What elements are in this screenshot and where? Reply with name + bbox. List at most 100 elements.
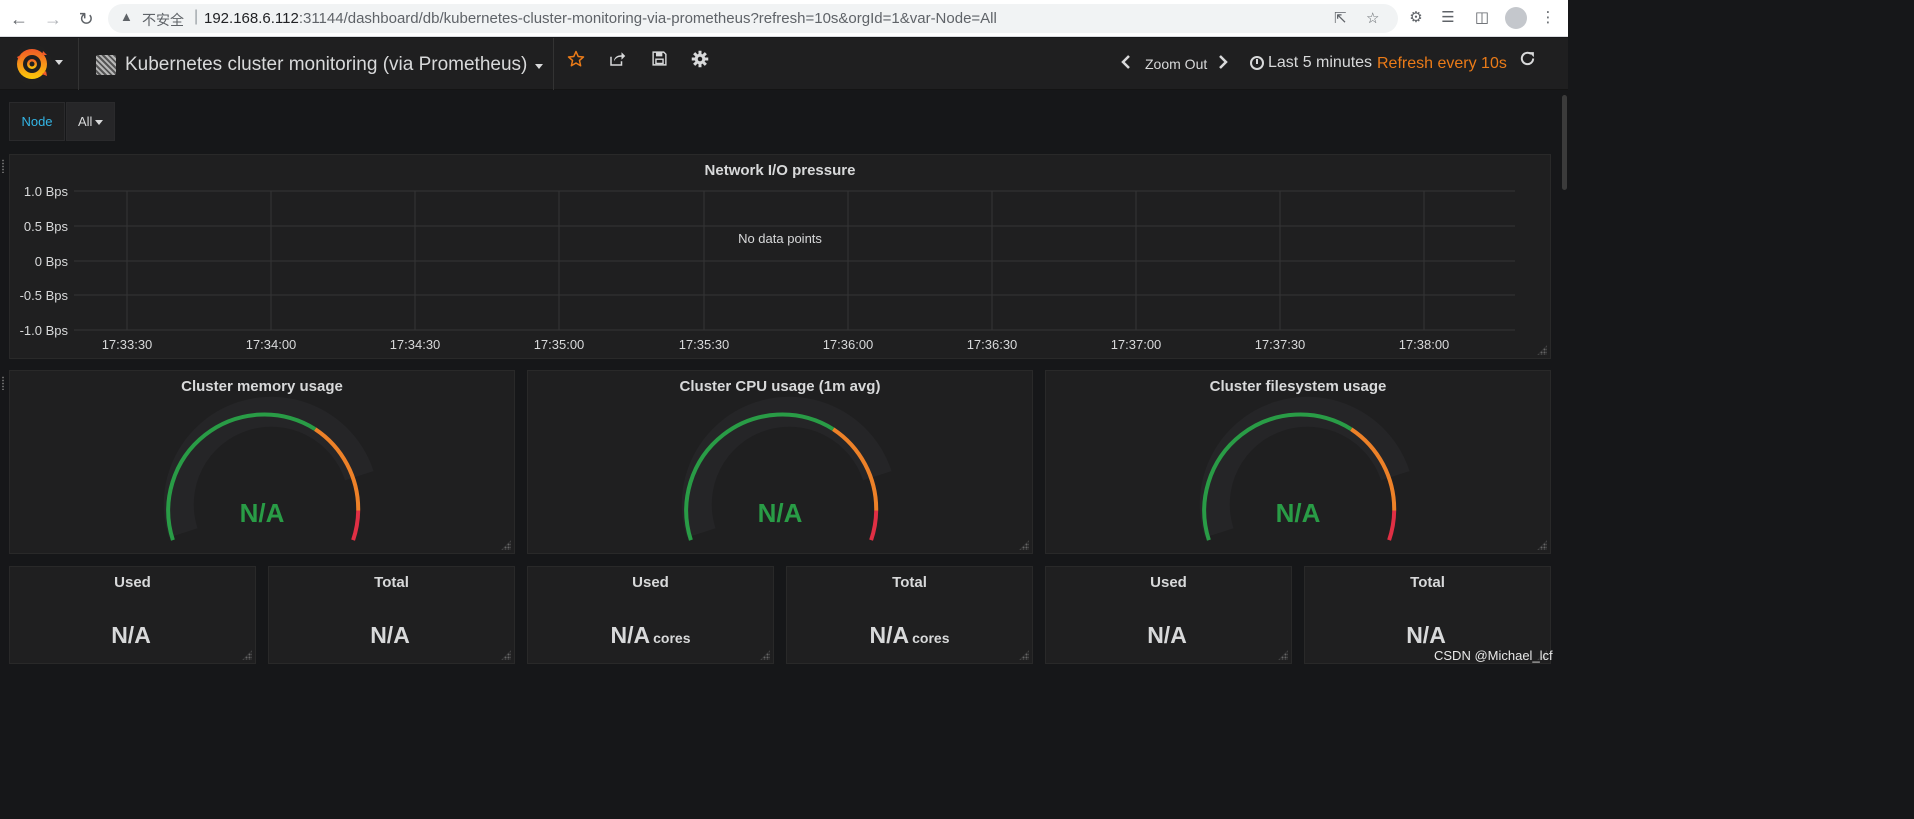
memory-used-panel: Used N/A: [9, 566, 256, 664]
url-path: :31144/dashboard/db/kubernetes-cluster-m…: [298, 10, 997, 27]
no-data-message: No data points: [738, 231, 822, 246]
panel-title[interactable]: Total: [1305, 574, 1550, 591]
y-tick-label: 1.0 Bps: [24, 184, 69, 199]
clock-icon: [1250, 56, 1264, 70]
stat-value: N/A cores: [787, 622, 1032, 649]
gauge-value: N/A: [239, 498, 285, 528]
filesystem-gauge-panel: Cluster filesystem usage N/A: [1045, 370, 1551, 554]
stat-value: N/A: [1305, 622, 1550, 649]
x-tick-label: 17:34:00: [246, 337, 297, 352]
stat-number: N/A: [370, 622, 410, 648]
insecure-label: 不安全: [142, 12, 184, 28]
panel-resize-handle-icon[interactable]: [1019, 650, 1029, 660]
stat-number: N/A: [1406, 622, 1446, 648]
time-back-chevron-icon[interactable]: [1121, 54, 1131, 70]
stat-value: N/A: [1046, 622, 1291, 649]
back-icon[interactable]: ←: [7, 7, 31, 31]
reload-icon[interactable]: ↻: [74, 7, 98, 31]
x-tick-label: 17:38:00: [1399, 337, 1450, 352]
y-tick-label: -0.5 Bps: [20, 288, 69, 303]
save-dashboard-icon[interactable]: [646, 50, 672, 76]
time-range-picker[interactable]: Last 5 minutes: [1250, 54, 1372, 72]
panel-title[interactable]: Total: [787, 574, 1032, 591]
extensions-icon[interactable]: ⚙: [1406, 8, 1426, 28]
browser-menu-icon[interactable]: ⋮: [1538, 8, 1558, 28]
share-icon[interactable]: ⇱: [1334, 9, 1347, 27]
filesystem-used-panel: Used N/A: [1045, 566, 1292, 664]
stat-number: N/A: [1147, 622, 1187, 648]
settings-gear-icon[interactable]: [687, 50, 713, 76]
x-tick-label: 17:35:00: [534, 337, 585, 352]
stat-number: N/A: [610, 622, 651, 648]
forward-icon[interactable]: →: [41, 7, 65, 31]
stat-value: N/A cores: [528, 622, 773, 649]
bookmark-star-icon[interactable]: ☆: [1366, 9, 1379, 27]
gauge-value: N/A: [757, 498, 803, 528]
x-tick-label: 17:37:00: [1111, 337, 1162, 352]
profile-avatar-icon[interactable]: [1505, 7, 1527, 29]
refresh-icon[interactable]: [1514, 50, 1540, 76]
memory-total-panel: Total N/A: [268, 566, 515, 664]
panel-resize-handle-icon[interactable]: [760, 650, 770, 660]
x-tick-label: 17:33:30: [102, 337, 153, 352]
x-tick-label: 17:36:30: [967, 337, 1018, 352]
zoom-out-button[interactable]: Zoom Out: [1145, 56, 1207, 72]
reading-list-icon[interactable]: ☰: [1438, 8, 1458, 28]
x-tick-label: 17:34:30: [390, 337, 441, 352]
row-drag-handle-icon[interactable]: [1, 159, 5, 173]
panel-title[interactable]: Used: [528, 574, 773, 591]
panel-title[interactable]: Used: [10, 574, 255, 591]
stat-number: N/A: [869, 622, 910, 648]
grafana-navbar: Kubernetes cluster monitoring (via Prome…: [0, 38, 1568, 90]
stat-value: N/A: [269, 622, 514, 649]
gauge-value: N/A: [1275, 498, 1321, 528]
page-scrollbar-thumb[interactable]: [1562, 95, 1567, 190]
node-variable-dropdown[interactable]: All: [66, 102, 115, 141]
network-io-panel: Network I/O pressure 1.0 Bps 0.5 Bps 0 B…: [9, 154, 1551, 359]
dashboard-title: Kubernetes cluster monitoring (via Prome…: [125, 54, 528, 75]
y-tick-label: 0.5 Bps: [24, 219, 69, 234]
dashboard-picker[interactable]: Kubernetes cluster monitoring (via Prome…: [96, 53, 544, 77]
panel-resize-handle-icon[interactable]: [242, 650, 252, 660]
x-tick-label: 17:37:30: [1255, 337, 1306, 352]
navbar-divider: [553, 38, 554, 90]
address-separator: |: [194, 8, 199, 25]
time-forward-chevron-icon[interactable]: [1218, 54, 1228, 70]
panel-resize-handle-icon[interactable]: [1278, 650, 1288, 660]
dashboard-grid-icon: [96, 55, 116, 75]
watermark-text: CSDN @Michael_lcf: [1434, 648, 1553, 663]
x-tick-label: 17:35:30: [679, 337, 730, 352]
cpu-gauge-panel: Cluster CPU usage (1m avg) N/A: [527, 370, 1033, 554]
stat-unit: cores: [653, 630, 691, 646]
cpu-used-panel: Used N/A cores: [527, 566, 774, 664]
url-host: 192.168.6.112: [204, 10, 299, 27]
node-variable-value: All: [78, 114, 93, 129]
logo-menu-caret-icon[interactable]: [55, 60, 63, 65]
dashboard-dropdown-caret-icon: [535, 64, 544, 69]
browser-toolbar: ← → ↻ ▲ 不安全 | 192.168.6.112:31144/dashbo…: [0, 0, 1568, 37]
address-bar[interactable]: ▲ 不安全 | 192.168.6.112:31144/dashboard/db…: [108, 4, 1398, 33]
side-panel-icon[interactable]: ◫: [1472, 8, 1492, 28]
network-io-graph: 1.0 Bps 0.5 Bps 0 Bps -0.5 Bps -1.0 Bps …: [20, 184, 1515, 352]
grafana-logo-icon[interactable]: [12, 44, 52, 84]
chevron-down-icon: [95, 120, 104, 126]
panel-title[interactable]: Used: [1046, 574, 1291, 591]
memory-gauge-panel: Cluster memory usage N/A: [9, 370, 515, 554]
time-range-label: Last 5 minutes: [1268, 54, 1373, 71]
warning-icon: ▲: [120, 9, 133, 24]
stat-value: N/A: [10, 622, 255, 649]
star-dashboard-icon[interactable]: [563, 50, 589, 76]
panel-title[interactable]: Total: [269, 574, 514, 591]
cpu-total-panel: Total N/A cores: [786, 566, 1033, 664]
y-tick-label: 0 Bps: [35, 254, 69, 269]
panel-resize-handle-icon[interactable]: [501, 650, 511, 660]
url-text[interactable]: 192.168.6.112:31144/dashboard/db/kuberne…: [204, 10, 997, 27]
navbar-divider: [78, 38, 79, 90]
x-tick-label: 17:36:00: [823, 337, 874, 352]
refresh-interval-label[interactable]: Refresh every 10s: [1377, 55, 1507, 73]
share-dashboard-icon[interactable]: [604, 50, 630, 76]
node-variable-label: Node: [9, 102, 65, 141]
row-drag-handle-icon[interactable]: [1, 376, 5, 390]
stat-unit: cores: [912, 630, 950, 646]
y-tick-label: -1.0 Bps: [20, 323, 69, 338]
